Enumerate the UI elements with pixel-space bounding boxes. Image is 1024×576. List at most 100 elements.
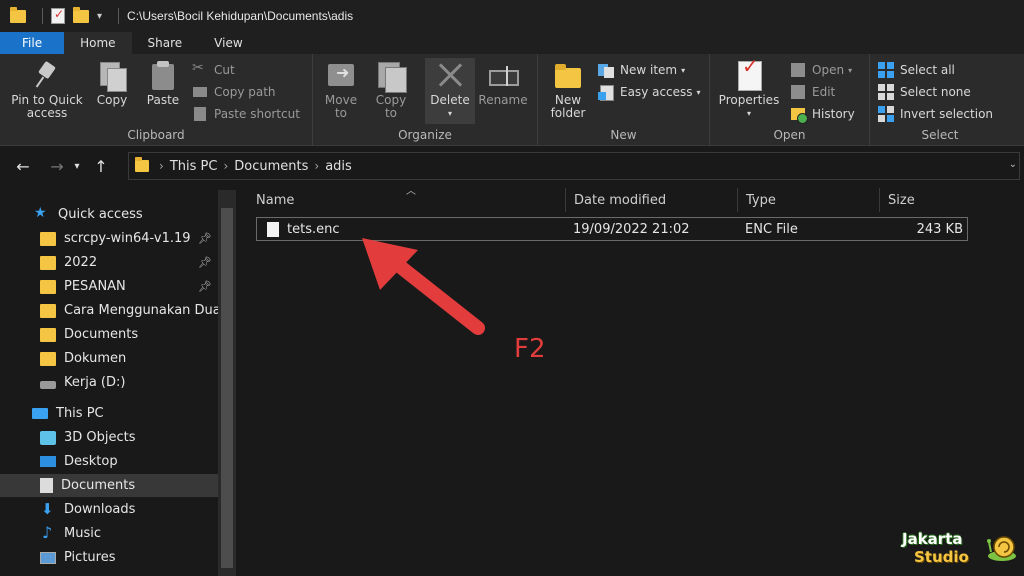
sidebar-item-label: Documents (64, 327, 139, 342)
edit-label: Edit (812, 85, 836, 99)
copy-to-button[interactable]: Copy to (371, 60, 411, 120)
sidebar-item-pictures[interactable]: Pictures (0, 546, 218, 569)
sidebar-item-this-pc[interactable]: This PC (0, 402, 218, 425)
navigation-bar: ← → ▾ ↑ › This PC › Documents › adis ⌄ (0, 148, 1024, 184)
chevron-right-icon[interactable]: › (159, 159, 164, 173)
select-none-button[interactable]: Select none (878, 82, 971, 102)
open-label-group: Open (773, 128, 806, 142)
sidebar-item-label: Pictures (64, 550, 116, 565)
new-folder-big-icon (553, 60, 583, 90)
clipboard-group: Pin to Quick access Copy Paste Cut Copy … (0, 54, 313, 146)
properties-button[interactable]: Properties ▾ (716, 60, 782, 120)
sidebar-item-2022[interactable]: 2022 📌︎ (0, 251, 218, 274)
open-button[interactable]: Open ▾ (790, 60, 852, 80)
history-button[interactable]: History (790, 104, 855, 124)
sidebar-item-3d-objects[interactable]: 3D Objects (0, 426, 218, 449)
sidebar-item-cara-menggunakan[interactable]: Cara Menggunakan Dual (0, 299, 218, 322)
easy-access-button[interactable]: Easy access ▾ (598, 82, 701, 102)
delete-label: Delete (430, 93, 470, 107)
document-icon (40, 478, 53, 493)
pin-icon: 📌︎ (198, 256, 212, 269)
column-name[interactable]: Name (248, 188, 566, 212)
copy-to-label-2: to (384, 106, 398, 120)
up-arrow-icon[interactable]: ↑ (88, 153, 114, 179)
tab-share[interactable]: Share (132, 32, 199, 54)
chevron-right-icon[interactable]: › (314, 159, 319, 173)
new-item-icon (598, 62, 614, 78)
tab-view[interactable]: View (198, 32, 258, 54)
watermark-line1: Jakarta (902, 530, 963, 548)
annotation-arrow (362, 238, 485, 335)
sidebar-item-desktop[interactable]: Desktop (0, 450, 218, 473)
chevron-right-icon[interactable]: › (223, 159, 228, 173)
address-dropdown-icon[interactable]: ⌄ (1009, 159, 1017, 170)
rename-button[interactable]: Rename (478, 60, 528, 107)
folder-icon[interactable] (10, 6, 26, 23)
edit-button[interactable]: Edit (790, 82, 835, 102)
sidebar-item-label: 3D Objects (64, 430, 136, 445)
cube-icon (40, 430, 56, 445)
sidebar-scrollbar-thumb[interactable] (221, 208, 233, 568)
navigation-pane: Quick access scrcpy-win64-v1.19 📌︎ 2022 … (0, 184, 236, 576)
sidebar-item-label: Desktop (64, 454, 118, 469)
sidebar-item-label: PESANAN (64, 279, 126, 294)
edit-icon (790, 84, 806, 100)
new-folder-icon[interactable] (73, 6, 89, 23)
sidebar-item-dokumen[interactable]: Dokumen (0, 347, 218, 370)
select-none-label: Select none (900, 85, 971, 99)
breadcrumb-adis[interactable]: adis (325, 159, 352, 174)
sidebar-item-quick-access[interactable]: Quick access (0, 203, 218, 226)
sidebar-item-kerja-d[interactable]: Kerja (D:) (0, 371, 218, 394)
column-type[interactable]: Type (738, 188, 880, 212)
column-date-modified[interactable]: Date modified (566, 188, 738, 212)
new-folder-button[interactable]: New folder (546, 60, 590, 120)
window-title: C:\Users\Bocil Kehidupan\Documents\adis (127, 9, 354, 23)
move-to-button[interactable]: Move to (321, 60, 361, 120)
pin-label-2: access (26, 106, 68, 120)
copy-button[interactable]: Copy (92, 60, 132, 107)
open-icon (790, 62, 806, 78)
column-size[interactable]: Size (880, 188, 968, 212)
select-all-button[interactable]: Select all (878, 60, 955, 80)
cut-button[interactable]: Cut (192, 60, 235, 80)
sidebar-item-label: Documents (61, 478, 136, 493)
new-item-button[interactable]: New item ▾ (598, 60, 685, 80)
copy-to-icon (376, 60, 407, 93)
scissors-icon (192, 60, 208, 78)
watermark-logo: Jakarta Studio (902, 530, 1020, 572)
tab-home[interactable]: Home (64, 32, 132, 54)
paste-shortcut-button[interactable]: Paste shortcut (192, 104, 300, 124)
breadcrumb-this-pc[interactable]: This PC (170, 159, 218, 174)
tab-file[interactable]: File (0, 32, 65, 54)
history-label: History (812, 107, 855, 121)
invert-selection-button[interactable]: Invert selection (878, 104, 993, 124)
recent-locations-chevron-icon[interactable]: ▾ (70, 153, 84, 179)
folder-icon (40, 351, 56, 366)
separator (118, 8, 120, 24)
properties-icon[interactable] (51, 7, 65, 24)
breadcrumb-documents[interactable]: Documents (234, 159, 308, 174)
open-label: Open (812, 63, 845, 77)
address-bar[interactable]: › This PC › Documents › adis ⌄ (128, 152, 1020, 180)
sidebar-item-documents[interactable]: Documents (0, 474, 218, 497)
back-arrow-icon[interactable]: ← (10, 153, 36, 179)
sidebar-item-documents-qa[interactable]: Documents (0, 323, 218, 346)
paste-button[interactable]: Paste (142, 60, 184, 107)
sidebar-item-pesanan[interactable]: PESANAN 📌︎ (0, 275, 218, 298)
star-icon (34, 205, 50, 222)
cut-label: Cut (214, 63, 235, 77)
file-name: tets.enc (287, 221, 340, 237)
pin-icon: 📌︎ (198, 232, 212, 245)
customize-qa-icon[interactable]: ▾ (97, 11, 102, 22)
new-item-label: New item (620, 63, 678, 77)
sidebar-item-scrcpy[interactable]: scrcpy-win64-v1.19 📌︎ (0, 227, 218, 250)
sidebar-item-downloads[interactable]: Downloads (0, 498, 218, 521)
folder-icon (40, 303, 56, 318)
sidebar-item-music[interactable]: Music (0, 522, 218, 545)
forward-arrow-icon[interactable]: → (44, 153, 70, 179)
pin-to-quick-access-button[interactable]: Pin to Quick access (8, 60, 86, 120)
move-to-label-2: to (334, 106, 348, 120)
delete-button[interactable]: Delete ▾ (425, 58, 475, 124)
pin-icon: 📌︎ (198, 280, 212, 293)
copy-path-button[interactable]: Copy path (192, 82, 276, 102)
